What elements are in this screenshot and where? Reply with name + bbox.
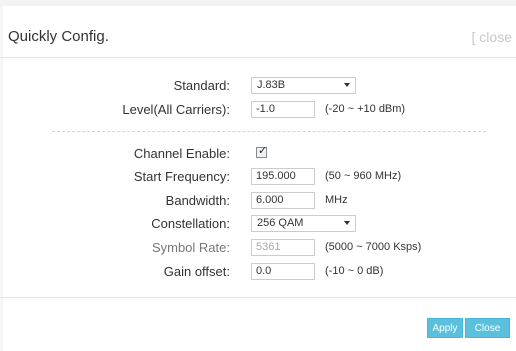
symbol-rate-label: Symbol Rate: <box>151 240 230 255</box>
quick-config-dialog: Quickly Config. [ close Standard: J.83B … <box>0 0 516 351</box>
constellation-value: 256 QAM <box>257 217 304 229</box>
row-bandwidth: Bandwidth: 6.000 MHz <box>0 192 516 210</box>
standard-select[interactable]: J.83B <box>251 77 356 94</box>
gain-offset-label: Gain offset: <box>163 264 230 279</box>
close-button[interactable]: Close <box>465 318 510 338</box>
chevron-down-icon <box>344 83 350 87</box>
chevron-down-icon <box>344 221 350 225</box>
row-symbol-rate: Symbol Rate: 5361 (5000 ~ 7000 Ksps) <box>0 239 516 257</box>
row-gain-offset: Gain offset: 0.0 (-10 ~ 0 dB) <box>0 263 516 281</box>
constellation-select[interactable]: 256 QAM <box>251 215 356 232</box>
symbol-rate-input: 5361 <box>251 239 315 256</box>
symbol-rate-hint: (5000 ~ 7000 Ksps) <box>325 241 422 253</box>
level-hint: (-20 ~ +10 dBm) <box>325 103 406 115</box>
row-standard: Standard: J.83B <box>0 77 516 95</box>
gain-offset-input[interactable]: 0.0 <box>251 263 315 280</box>
start-frequency-label: Start Frequency: <box>133 169 230 184</box>
start-frequency-hint: (50 ~ 960 MHz) <box>325 170 402 182</box>
row-level: Level(All Carriers): -1.0 (-20 ~ +10 dBm… <box>0 101 516 119</box>
dialog-title: Quickly Config. <box>8 28 109 45</box>
footer-divider <box>0 297 516 298</box>
row-constellation: Constellation: 256 QAM <box>0 215 516 233</box>
close-link[interactable]: [ close <box>472 29 512 45</box>
channel-enable-checkbox[interactable]: ✓ <box>256 144 268 158</box>
standard-label: Standard: <box>173 78 230 93</box>
constellation-label: Constellation: <box>151 216 230 231</box>
level-label: Level(All Carriers): <box>122 102 230 117</box>
channel-enable-label: Channel Enable: <box>133 146 230 161</box>
checkmark-icon: ✓ <box>258 144 268 157</box>
section-divider <box>52 131 486 132</box>
standard-value: J.83B <box>257 79 286 91</box>
apply-button[interactable]: Apply <box>427 318 463 338</box>
bandwidth-hint: MHz <box>325 194 348 206</box>
bandwidth-input[interactable]: 6.000 <box>251 192 315 209</box>
gain-offset-hint: (-10 ~ 0 dB) <box>325 265 384 277</box>
start-frequency-input[interactable]: 195.000 <box>251 168 315 185</box>
row-start-frequency: Start Frequency: 195.000 (50 ~ 960 MHz) <box>0 168 516 186</box>
dialog-header: Quickly Config. [ close <box>0 6 516 58</box>
level-input[interactable]: -1.0 <box>251 101 315 118</box>
bandwidth-label: Bandwidth: <box>165 193 230 208</box>
row-channel-enable: Channel Enable: ✓ <box>0 144 516 163</box>
